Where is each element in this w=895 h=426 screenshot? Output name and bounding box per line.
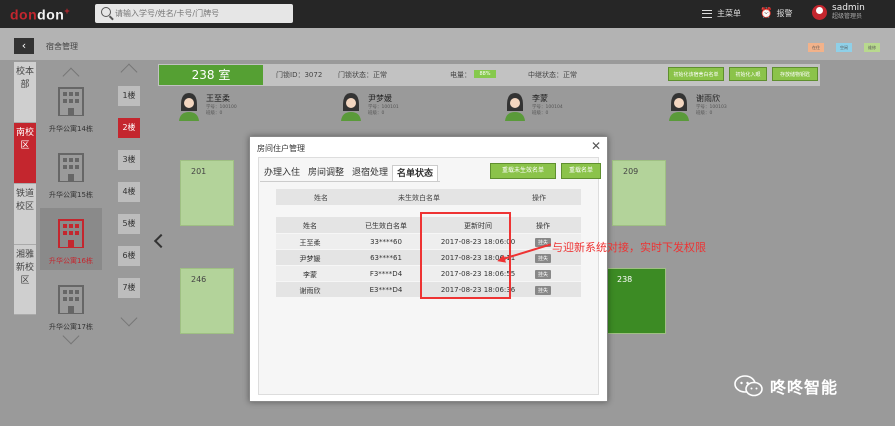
search-icon [101,7,111,17]
init-checkin-button[interactable]: 初始化入眼 [729,67,767,81]
room-tile[interactable]: 201 [180,160,234,226]
electricity-label: 电量： [450,71,471,79]
watermark: 咚咚智能 [734,374,838,398]
report-lost-button[interactable]: 挂失 [534,254,551,263]
resident-avatar-icon [341,93,361,121]
close-icon[interactable]: ✕ [591,139,601,153]
report-lost-button[interactable]: 挂失 [534,286,551,295]
lock-status: 门锁状态：正常 [338,71,387,79]
tab-room-adjust[interactable]: 房间调整 [304,165,348,182]
resident-card[interactable]: 尹梦媛 学号：100101 班级：0 [340,91,480,125]
resident-avatar-icon [505,93,525,121]
campus-list: 校本部 南校区 铁道校区 湘雅新校区 [14,62,36,315]
resident-avatar-icon [179,93,199,121]
room-tile-selected[interactable]: 238 [606,268,666,334]
reload-list-button[interactable]: 重载名单 [561,163,601,179]
floor-item[interactable]: 3楼 [118,150,140,170]
dialog-title: 房间住户管理 [257,144,305,153]
lock-id: 门锁ID：3072 [276,71,323,79]
legend-repair: 维修 [864,43,880,52]
floor-item[interactable]: 4楼 [118,182,140,202]
building-icon [58,219,84,248]
init-whitelist-button[interactable]: 初始化该宿舍白名单 [668,67,724,81]
floor-item[interactable]: 6楼 [118,246,140,266]
sub-header [0,28,895,60]
user-name: sadmin [832,3,865,13]
room-number: 238 室 [159,65,263,85]
legend-occupied: 在住 [808,43,824,52]
building-item-active[interactable]: 升华公寓16栋 [40,208,102,270]
building-icon [58,285,84,314]
campus-tab[interactable]: 湘雅新校区 [14,245,36,315]
search-input[interactable] [115,6,285,21]
building-icon [58,87,84,116]
building-list: 升华公寓14栋 升华公寓15栋 升华公寓16栋 升华公寓17栋 [40,62,102,345]
wechat-icon [734,375,763,397]
tab-checkout[interactable]: 退宿处理 [348,165,392,182]
building-icon [58,153,84,182]
report-lost-button[interactable]: 挂失 [534,270,551,279]
alarm-icon: ⏰ [760,8,773,19]
floor-list: 1楼 2楼 3楼 4楼 5楼 6楼 7楼 [118,62,142,342]
chevron-up-icon[interactable] [120,63,138,81]
logo: dondon+ [10,6,71,23]
reload-unissued-button[interactable]: 重载未生效名单 [490,163,556,179]
highlight-box [420,212,511,299]
resident-card[interactable]: 谢雨欣 学号：100103 班级：0 [668,91,808,125]
dialog-tabs: 办理入住 房间调整 退宿处理 名单状态 [260,165,439,182]
resident-card[interactable]: 王至柔 学号：100100 班级：0 [178,91,318,125]
legend-vacant: 空闲 [836,43,852,52]
relay-status: 中继状态：正常 [528,71,577,79]
breadcrumb: 宿舍管理 [46,42,78,51]
tab-divider [260,181,440,182]
top-bar: dondon+ 主菜单 ⏰ 报警 sadmin 超级管理员 [0,0,895,28]
user-menu[interactable]: sadmin 超级管理员 [812,3,865,21]
main-menu-button[interactable]: 主菜单 [702,8,741,19]
user-avatar-icon [812,4,827,20]
tab-checkin[interactable]: 办理入住 [260,165,304,182]
building-item[interactable]: 升华公寓15栋 [40,142,102,204]
prev-arrow-icon[interactable] [153,233,169,249]
campus-tab-active[interactable]: 南校区 [14,123,36,184]
resident-avatar-icon [669,93,689,121]
room-tile[interactable]: 246 [180,268,234,334]
annotation-text: 与迎新系统对接，实时下发权限 [552,241,706,254]
electricity-value: 88% [474,70,496,78]
tab-list-status[interactable]: 名单状态 [392,165,439,182]
floor-item[interactable]: 1楼 [118,86,140,106]
room-tile[interactable]: 209 [612,160,666,226]
campus-tab[interactable]: 铁道校区 [14,184,36,245]
floor-item[interactable]: 7楼 [118,278,140,298]
floor-item-active[interactable]: 2楼 [118,118,140,138]
pending-list-header: 姓名 未生效白名单 操作 [276,189,581,205]
chevron-down-icon[interactable] [120,309,138,327]
resident-card[interactable]: 李蒙 学号：100104 班级：0 [504,91,644,125]
store-key-button[interactable]: 存放储物钥匙 [772,67,818,81]
search-box[interactable] [95,4,293,23]
building-item[interactable]: 升华公寓14栋 [40,76,102,138]
menu-icon [702,9,712,18]
campus-tab[interactable]: 校本部 [14,62,36,123]
user-role: 超级管理员 [832,13,863,20]
alarm-button[interactable]: ⏰ 报警 [760,8,792,19]
back-button[interactable]: ‹ [14,38,34,54]
floor-item[interactable]: 5楼 [118,214,140,234]
